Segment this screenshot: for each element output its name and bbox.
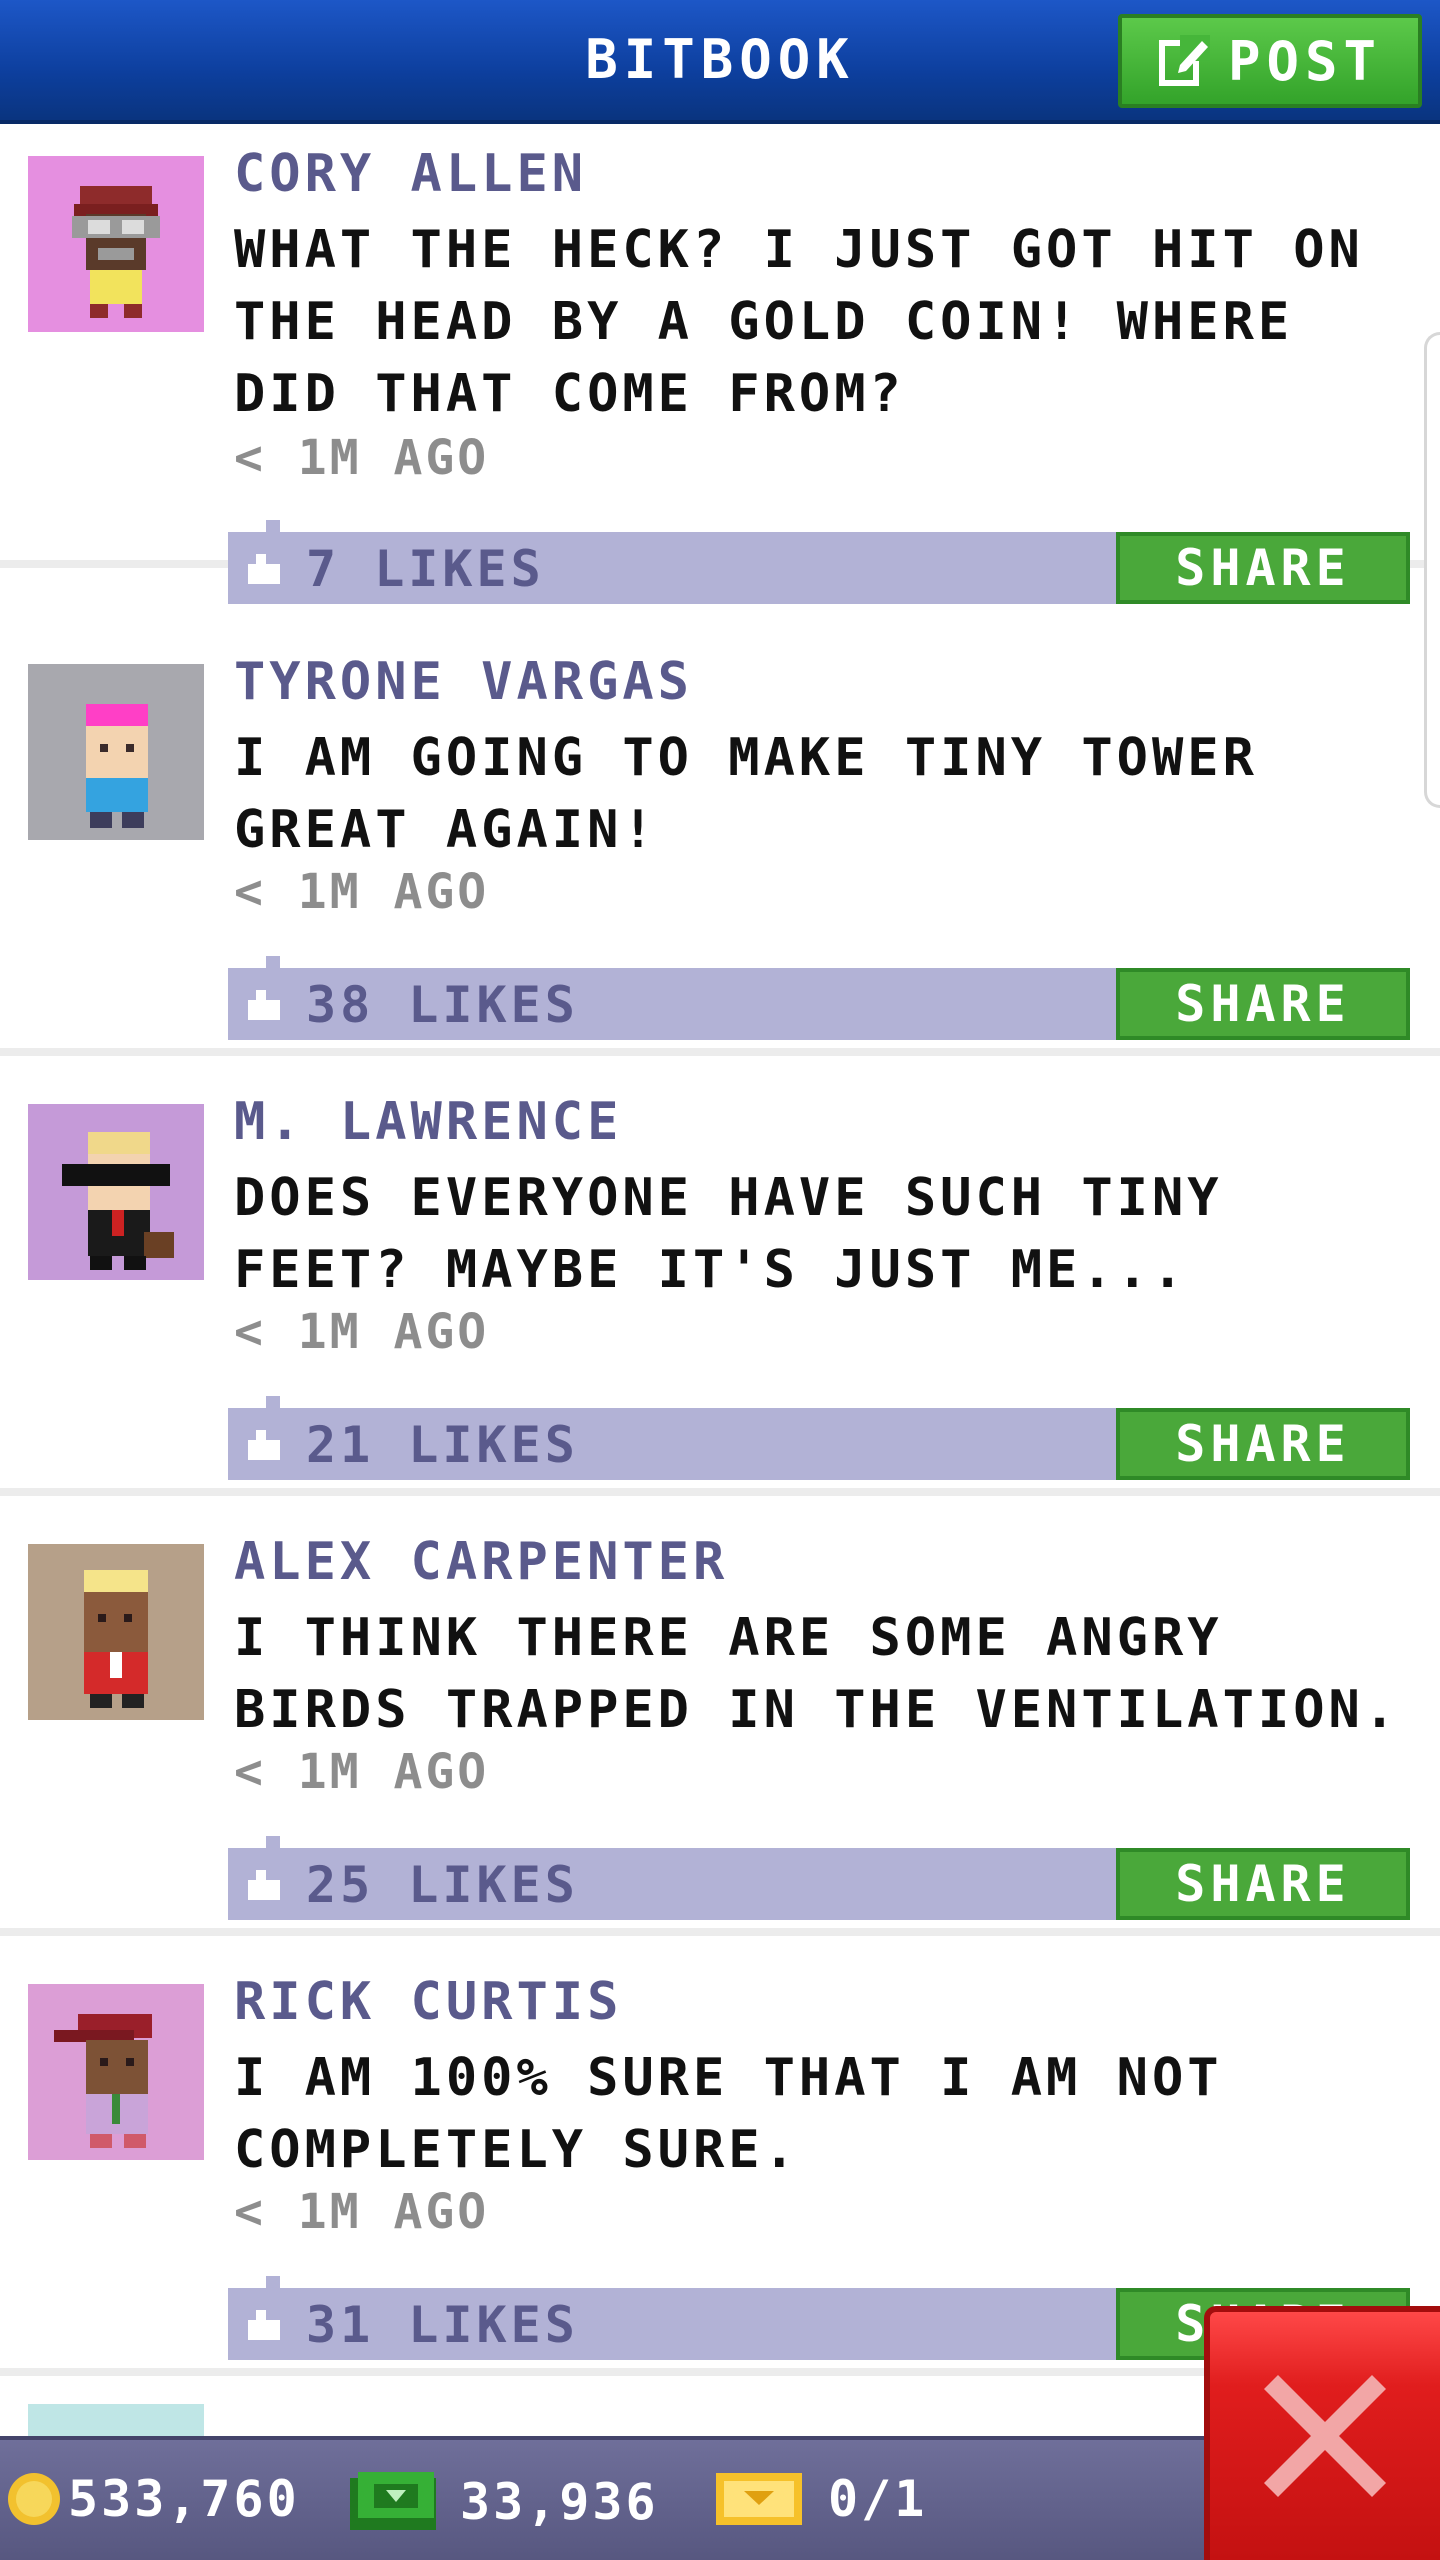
post-message: I AM 100% SURE THAT I AM NOT COMPLETELY … bbox=[234, 2048, 1223, 2180]
post-button[interactable]: POST bbox=[1118, 14, 1422, 108]
ticket-icon bbox=[716, 2473, 802, 2525]
feed-post: TYRONE VARGAS I AM GOING TO MAKE TINY TO… bbox=[0, 636, 1440, 1056]
avatar bbox=[28, 156, 204, 332]
avatar bbox=[28, 2404, 204, 2436]
post-time: < 1M AGO bbox=[234, 2184, 490, 2240]
edit-icon bbox=[1158, 35, 1210, 86]
avatar bbox=[28, 664, 204, 840]
bux-icon bbox=[350, 2472, 436, 2530]
like-count: 25 LIKES bbox=[306, 1856, 579, 1914]
post-time: < 1M AGO bbox=[234, 1744, 490, 1800]
post-message: I THINK THERE ARE SOME ANGRY BIRDS TRAPP… bbox=[234, 1608, 1400, 1740]
post-author[interactable]: RICK CURTIS bbox=[234, 1972, 622, 2032]
bux-value: 33,936 bbox=[460, 2473, 659, 2531]
coin-icon bbox=[8, 2473, 60, 2525]
feed-post: CORY ALLEN WHAT THE HECK? I JUST GOT HIT… bbox=[0, 128, 1440, 604]
avatar bbox=[28, 1104, 204, 1280]
share-button[interactable]: SHARE bbox=[1116, 1848, 1410, 1920]
share-button[interactable]: SHARE bbox=[1116, 532, 1410, 604]
avatar bbox=[28, 1984, 204, 2160]
tyrone-vargas-avatar bbox=[28, 664, 204, 840]
share-button[interactable]: SHARE bbox=[1116, 1408, 1410, 1480]
post-time: < 1M AGO bbox=[234, 864, 490, 920]
m-lawrence-avatar bbox=[28, 1104, 204, 1280]
share-button[interactable]: SHARE bbox=[1116, 968, 1410, 1040]
post-message: DOES EVERYONE HAVE SUCH TINY FEET? MAYBE… bbox=[234, 1168, 1223, 1300]
coins-value: 533,760 bbox=[68, 2470, 300, 2528]
post-button-label: POST bbox=[1227, 29, 1383, 93]
alex-carpenter-avatar bbox=[28, 1544, 204, 1720]
avatar bbox=[28, 1544, 204, 1720]
post-author[interactable]: M. LAWRENCE bbox=[234, 1092, 622, 1152]
post-feed[interactable]: CORY ALLEN WHAT THE HECK? I JUST GOT HIT… bbox=[0, 128, 1440, 2436]
thumbs-up-icon[interactable] bbox=[244, 1426, 284, 1462]
scroll-indicator[interactable] bbox=[1424, 332, 1440, 808]
thumbs-up-icon[interactable] bbox=[244, 2306, 284, 2342]
like-count: 21 LIKES bbox=[306, 1416, 579, 1474]
like-count: 7 LIKES bbox=[306, 540, 545, 598]
post-message: I AM GOING TO MAKE TINY TOWER GREAT AGAI… bbox=[234, 728, 1258, 860]
partial-avatar bbox=[28, 2404, 204, 2436]
tickets-value: 0/1 bbox=[828, 2470, 928, 2528]
post-author[interactable]: ALEX CARPENTER bbox=[234, 1532, 728, 1592]
cory-allen-avatar bbox=[28, 156, 204, 332]
thumbs-up-icon[interactable] bbox=[244, 986, 284, 1022]
close-button[interactable] bbox=[1204, 2306, 1440, 2560]
thumbs-up-icon[interactable] bbox=[244, 550, 284, 586]
tickets-display: 0/1 bbox=[714, 2470, 927, 2528]
feed-post: ALEX CARPENTER I THINK THERE ARE SOME AN… bbox=[0, 1516, 1440, 1936]
post-time: < 1M AGO bbox=[234, 1304, 490, 1360]
close-icon bbox=[1264, 2375, 1386, 2497]
thumbs-up-icon[interactable] bbox=[244, 1866, 284, 1902]
like-bar: 25 LIKES SHARE bbox=[228, 1836, 1410, 1920]
like-bar: 21 LIKES SHARE bbox=[228, 1396, 1410, 1480]
post-time: < 1M AGO bbox=[234, 430, 490, 486]
like-bar: 7 LIKES SHARE bbox=[228, 520, 1410, 604]
coins-display: 533,760 bbox=[6, 2470, 300, 2528]
post-author[interactable]: TYRONE VARGAS bbox=[234, 652, 693, 712]
like-count: 31 LIKES bbox=[306, 2296, 579, 2354]
post-author[interactable]: CORY ALLEN bbox=[234, 144, 587, 204]
feed-post: M. LAWRENCE DOES EVERYONE HAVE SUCH TINY… bbox=[0, 1076, 1440, 1496]
app-header: BITBOOK POST bbox=[0, 0, 1440, 124]
rick-curtis-avatar bbox=[28, 1984, 204, 2160]
post-message: WHAT THE HECK? I JUST GOT HIT ON THE HEA… bbox=[234, 220, 1364, 424]
like-count: 38 LIKES bbox=[306, 976, 579, 1034]
like-bar: 38 LIKES SHARE bbox=[228, 956, 1410, 1040]
bux-display: 33,936 bbox=[348, 2470, 659, 2534]
